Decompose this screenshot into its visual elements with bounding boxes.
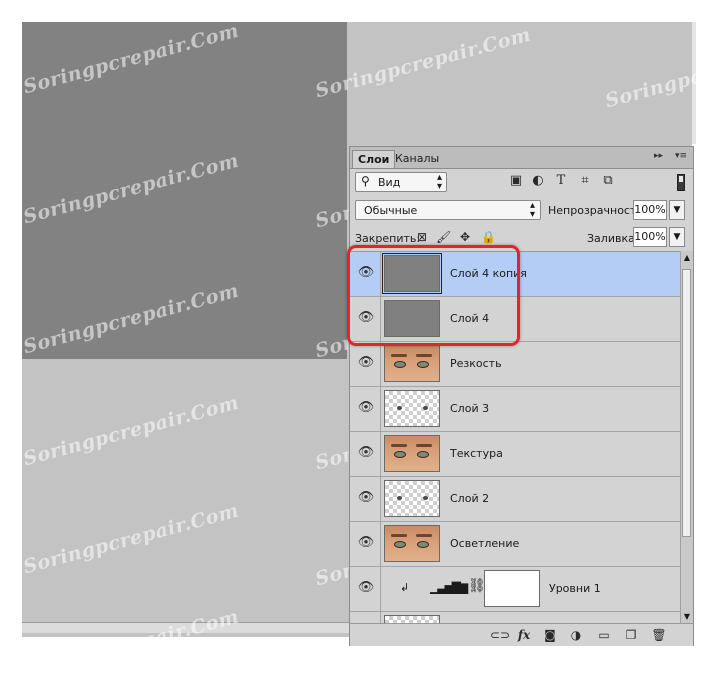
scroll-up-icon[interactable]: ▲ [682,253,692,262]
collapse-panel-icon[interactable]: ▸▸ [654,151,663,161]
opacity-label: Непрозрачность: [548,204,647,217]
tab-layers[interactable]: Слои [352,150,396,168]
layer-name[interactable]: Осветление [450,537,519,550]
layer-row[interactable]: 👁 Осветление [350,522,680,567]
opacity-input[interactable]: 100% [633,200,667,220]
scroll-thumb[interactable] [682,269,691,537]
layer-thumbnail [382,253,442,294]
panel-footer: ⊂⊃ fx ◙ ◑ ▭ ❐ 🗑 [350,623,693,646]
fill-dropdown-button[interactable]: ▼ [669,227,685,247]
layer-thumbnail [384,525,440,562]
layer-row[interactable]: 👁 Слой 4 копия [350,252,680,297]
eye-icon[interactable]: 👁 [356,443,376,463]
smart-object-filter-icon[interactable]: ⧉ [600,173,616,189]
clipping-arrow-icon: ↲ [400,581,410,594]
divider [380,387,381,431]
divider [380,252,381,296]
layer-list-scrollbar[interactable]: ▲ ▼ [680,251,693,623]
link-layers-icon[interactable]: ⊂⊃ [490,627,510,643]
type-filter-icon[interactable]: T [553,173,569,189]
eye-icon[interactable]: 👁 [356,398,376,418]
filter-kind-select[interactable]: ⚲ Вид ▴ ▾ [355,172,447,192]
eye-icon[interactable]: 👁 [356,533,376,553]
layer-row[interactable]: 👁 Резкость [350,342,680,387]
lock-pixels-brush-icon[interactable]: 🖌 [436,230,451,244]
filter-kind-label: Вид [378,176,401,189]
layer-row[interactable]: 👁 ↲ ▁▃▅▇▆ ⛓ Уровни 1 [350,567,680,612]
eye-icon[interactable]: 👁 [356,308,376,328]
layer-list: 👁 Слой 4 копия 👁 Слой 4 👁 Резкость 👁 Сло… [350,251,680,624]
lock-label: Закрепить: [355,232,421,245]
panel-menu-icon[interactable]: ▾≡ [675,151,687,161]
layer-thumbnail [384,435,440,472]
opacity-dropdown-button[interactable]: ▼ [669,200,685,220]
blend-mode-select[interactable]: Обычные ▴ ▾ [355,200,541,220]
layer-row[interactable]: 👁 Слой 2 [350,477,680,522]
layer-name[interactable]: Уровни 1 [549,582,601,595]
mask-thumbnail [484,570,540,607]
lock-row: Закрепить: ⊠ 🖌 ✥ 🔒 Заливка: 100% ▼ [350,227,693,249]
layers-panel: Слои Каналы ▸▸ ▾≡ ⚲ Вид ▴ ▾ ▣ ◐ T ⌗ ⧉ Обы… [349,146,694,646]
fx-icon[interactable]: fx [516,627,532,643]
stepper-arrows-icon: ▴ ▾ [529,200,535,220]
eye-icon[interactable]: 👁 [356,578,376,598]
layer-row[interactable]: 👁 Слой 3 [350,387,680,432]
levels-histogram-icon: ▁▃▅▇▆ [430,580,468,594]
adjustment-filter-icon[interactable]: ◐ [530,173,546,189]
layer-thumbnail [384,480,440,517]
document-image[interactable] [22,22,347,359]
filter-toggle-switch[interactable] [677,174,685,191]
new-adjustment-icon[interactable]: ◑ [568,627,584,643]
divider [380,522,381,566]
delete-layer-icon[interactable]: 🗑 [651,627,667,643]
new-layer-icon[interactable]: ❐ [623,627,639,643]
layer-name[interactable]: Слой 4 [450,312,489,325]
eye-icon[interactable]: 👁 [356,488,376,508]
layer-name[interactable]: Слой 2 [450,492,489,505]
canvas-edge [692,22,696,144]
tab-channels[interactable]: Каналы [390,150,444,168]
divider [380,477,381,521]
lock-all-icon[interactable]: 🔒 [481,230,496,244]
panel-tabs: Слои Каналы ▸▸ ▾≡ [350,147,693,169]
divider [380,567,381,611]
eye-icon[interactable]: 👁 [356,263,376,283]
layer-thumbnail [384,390,440,427]
layer-thumbnail [384,300,440,337]
layer-name[interactable]: Резкость [450,357,502,370]
new-group-icon[interactable]: ▭ [596,627,612,643]
divider [380,432,381,476]
shape-filter-icon[interactable]: ⌗ [577,173,593,189]
stepper-arrows-icon: ▴ ▾ [436,172,442,192]
layer-thumbnail [384,345,440,382]
layer-name[interactable]: Слой 3 [450,402,489,415]
fill-label: Заливка: [587,232,639,245]
image-filter-icon[interactable]: ▣ [508,173,524,189]
divider [380,342,381,386]
blend-row: Обычные ▴ ▾ Непрозрачность: 100% ▼ [350,199,693,223]
filter-row: ⚲ Вид ▴ ▾ ▣ ◐ T ⌗ ⧉ [350,170,693,196]
blend-mode-label: Обычные [364,204,418,217]
lock-position-move-icon[interactable]: ✥ [458,230,472,244]
divider [380,297,381,341]
layer-row[interactable]: 👁 Слой 4 [350,297,680,342]
layer-row[interactable]: 👁 Текстура [350,432,680,477]
canvas-scrollbar[interactable] [22,622,351,633]
add-mask-icon[interactable]: ◙ [542,627,558,643]
fill-input[interactable]: 100% [633,227,667,247]
layer-name[interactable]: Текстура [450,447,503,460]
search-icon: ⚲ [361,174,370,188]
eye-icon[interactable]: 👁 [356,353,376,373]
layer-name[interactable]: Слой 4 копия [450,267,527,280]
lock-transparency-icon[interactable]: ⊠ [415,230,429,244]
scroll-down-icon[interactable]: ▼ [682,612,692,621]
